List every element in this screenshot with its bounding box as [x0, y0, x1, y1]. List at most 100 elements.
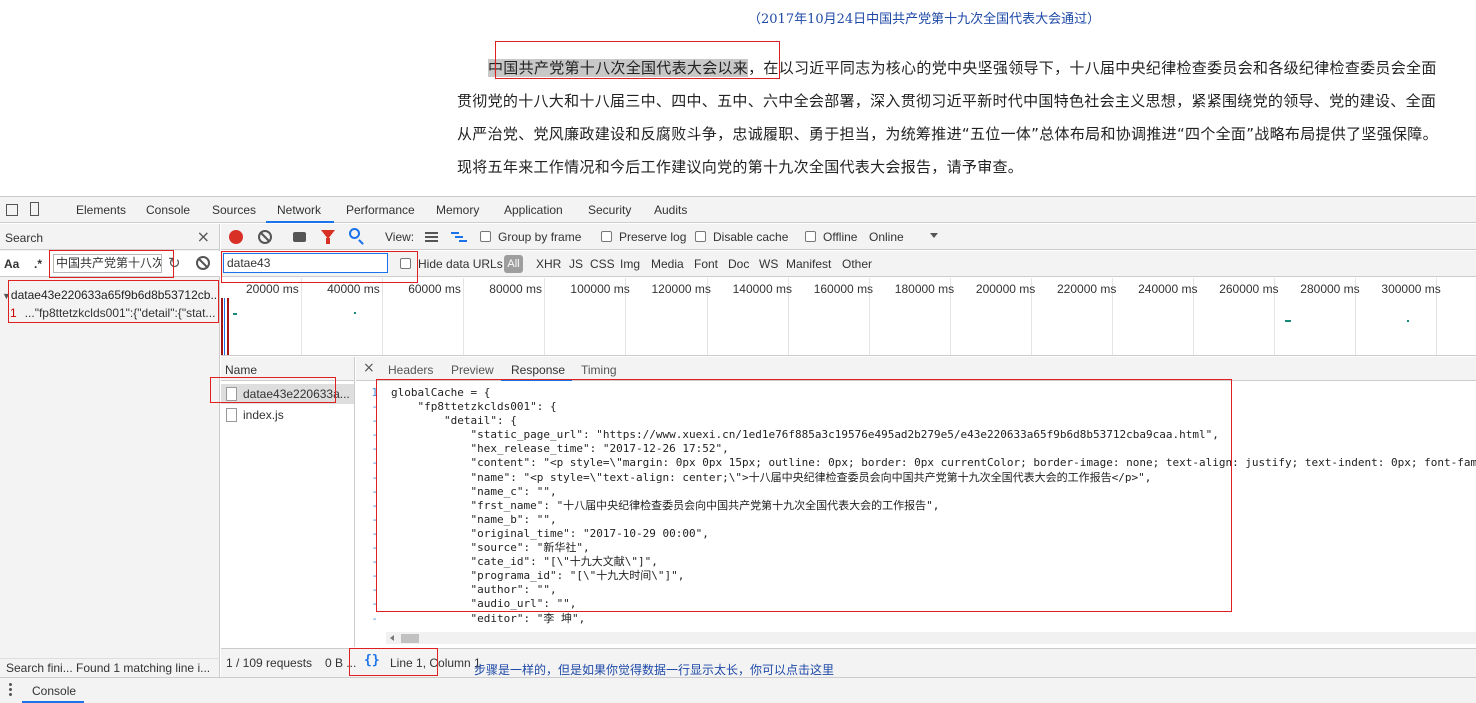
filter-img[interactable]: Img — [620, 257, 640, 271]
detail-tabbar: × Headers Preview Response Timing — [356, 357, 1476, 381]
device-toolbar-icon[interactable] — [30, 202, 39, 216]
tab-application[interactable]: Application — [504, 203, 563, 217]
filter-manifest[interactable]: Manifest — [786, 257, 831, 271]
code-line: - "programa_id": "[\"十九大时间\"]", — [356, 569, 1476, 583]
response-body[interactable]: 1 globalCache = {- "fp8ttetzkclds001": {-… — [356, 386, 1476, 626]
group-by-frame-checkbox[interactable] — [480, 231, 491, 242]
filter-all-button[interactable]: All — [504, 255, 523, 273]
throttle-select[interactable]: Online — [869, 230, 904, 244]
search-result-line[interactable]: 1 ..."fp8ttetzkclds001":{"detail":{"stat.… — [10, 306, 215, 320]
screenshot-icon[interactable] — [293, 232, 306, 242]
code-line: - "static_page_url": "https://www.xuexi.… — [356, 428, 1476, 442]
article-paragraph: 中国共产党第十八次全国代表大会以来，在以习近平同志为核心的党中央坚强领导下，十八… — [457, 52, 1439, 184]
network-toolbar: View: Group by frame Preserve log Disabl… — [221, 224, 1476, 250]
clear-icon[interactable] — [196, 256, 210, 270]
filter-other[interactable]: Other — [842, 257, 872, 271]
line-number: - — [371, 414, 378, 428]
hide-data-urls-label: Hide data URLs — [418, 257, 503, 271]
search-panel: Search × Aa .* 中国共产党第十八次 ↻ ▼datae43e2206… — [0, 224, 220, 677]
preserve-log-label: Preserve log — [619, 230, 687, 244]
search-title: Search — [5, 231, 44, 245]
tab-console-drawer[interactable]: Console — [32, 684, 76, 698]
filter-css[interactable]: CSS — [590, 257, 615, 271]
code-text: "editor": "李 坤", — [391, 611, 586, 625]
timeline-tick-label: 180000 ms — [894, 282, 955, 296]
waterfall-view-icon[interactable] — [451, 232, 467, 242]
timeline-tick-label: 140000 ms — [732, 282, 792, 296]
offline-checkbox[interactable] — [805, 231, 816, 242]
filter-icon[interactable] — [321, 230, 335, 244]
active-tab-indicator — [266, 221, 334, 223]
filter-ws[interactable]: WS — [759, 257, 778, 271]
timeline-marker — [224, 298, 225, 355]
preserve-log-checkbox[interactable] — [601, 231, 612, 242]
line-number: - — [371, 442, 378, 456]
search-header: Search × — [0, 224, 219, 250]
tab-elements[interactable]: Elements — [76, 203, 126, 217]
pretty-print-button[interactable]: {} — [364, 653, 380, 668]
code-line: - "cate_id": "[\"十九大文献\"]", — [356, 555, 1476, 569]
timeline-gridline — [463, 278, 465, 355]
inspect-element-icon[interactable] — [6, 204, 18, 216]
match-case-button[interactable]: Aa — [4, 257, 19, 271]
code-text: "author": "", — [391, 583, 557, 597]
tab-console[interactable]: Console — [146, 203, 190, 217]
regex-button[interactable]: .* — [34, 257, 42, 271]
filter-font[interactable]: Font — [694, 257, 718, 271]
line-number: - — [371, 526, 378, 540]
tab-headers[interactable]: Headers — [388, 363, 433, 377]
request-row[interactable]: datae43e220633a... — [221, 384, 354, 404]
refresh-icon[interactable]: ↻ — [168, 254, 181, 272]
tab-memory[interactable]: Memory — [436, 203, 479, 217]
close-icon[interactable]: × — [363, 360, 375, 376]
scroll-left-icon[interactable] — [390, 635, 394, 641]
timeline-request-bar — [1407, 320, 1409, 322]
list-view-icon[interactable] — [425, 232, 438, 242]
timeline-tick-label: 260000 ms — [1219, 282, 1279, 296]
request-row[interactable]: index.js — [221, 405, 354, 425]
name-column-header[interactable]: Name — [221, 357, 354, 381]
timeline-request-bar — [354, 312, 356, 314]
filter-input[interactable]: datae43 — [223, 253, 388, 273]
request-name: datae43e220633a... — [243, 387, 350, 401]
group-by-frame-label: Group by frame — [498, 230, 582, 244]
more-icon[interactable] — [9, 683, 12, 697]
tab-security[interactable]: Security — [588, 203, 631, 217]
tab-performance[interactable]: Performance — [346, 203, 415, 217]
tab-timing[interactable]: Timing — [581, 363, 617, 377]
scrollbar-thumb[interactable] — [401, 634, 419, 643]
timeline-tick-label: 20000 ms — [246, 282, 299, 296]
line-number: - — [371, 597, 378, 611]
filter-xhr[interactable]: XHR — [536, 257, 561, 271]
search-icon[interactable] — [349, 228, 360, 239]
code-text: "frst_name": "十八届中央纪律检查委员会向中国共产党第十九次全国代表… — [391, 498, 940, 512]
search-result-file[interactable]: ▼datae43e220633a65f9b6d8b53712cb... — [2, 288, 216, 302]
tab-network[interactable]: Network — [277, 203, 321, 217]
record-button[interactable] — [229, 230, 243, 244]
tab-sources[interactable]: Sources — [212, 203, 256, 217]
search-input[interactable]: 中国共产党第十八次 — [53, 254, 162, 273]
disable-cache-label: Disable cache — [713, 230, 789, 244]
horizontal-scrollbar[interactable] — [386, 632, 1476, 644]
timeline-gridline — [382, 278, 384, 355]
search-result-line-text: ..."fp8ttetzkclds001":{"detail":{"stat..… — [24, 306, 215, 320]
line-number: 1 — [371, 386, 378, 399]
filter-js[interactable]: JS — [569, 257, 583, 271]
view-label: View: — [385, 230, 415, 244]
tab-audits[interactable]: Audits — [654, 203, 687, 217]
code-line: - "author": "", — [356, 583, 1476, 597]
chevron-down-icon[interactable] — [930, 233, 938, 238]
hide-data-urls-checkbox[interactable] — [400, 258, 411, 269]
timeline-overview[interactable]: 20000 ms 40000 ms 60000 ms 80000 ms 100000 m… — [221, 278, 1476, 356]
filter-doc[interactable]: Doc — [728, 257, 749, 271]
code-text: "static_page_url": "https://www.xuexi.cn… — [391, 428, 1219, 442]
code-text: "name": "<p style=\"text-align: center;\… — [391, 470, 1152, 484]
clear-log-button[interactable] — [258, 230, 272, 244]
disable-cache-checkbox[interactable] — [695, 231, 706, 242]
tab-preview[interactable]: Preview — [451, 363, 494, 377]
code-text: "fp8ttetzkclds001": { — [391, 400, 557, 414]
filter-media[interactable]: Media — [651, 257, 684, 271]
console-drawer: Console — [0, 677, 1476, 703]
close-icon[interactable]: × — [197, 227, 210, 246]
tab-response[interactable]: Response — [511, 363, 565, 377]
